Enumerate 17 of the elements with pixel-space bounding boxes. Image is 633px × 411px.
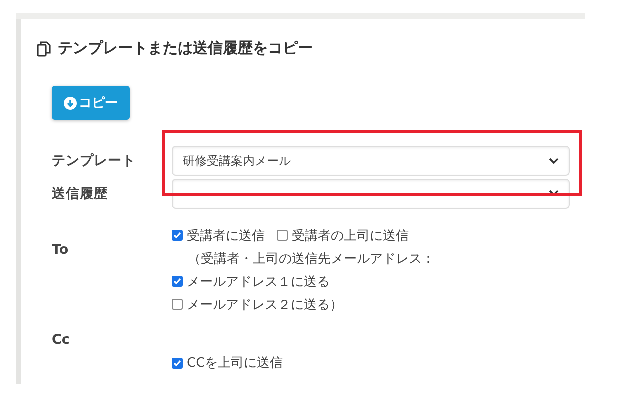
download-icon (64, 96, 77, 110)
checkbox-option[interactable]: 受講者の上司に送信 (277, 226, 409, 244)
field-label: To (52, 242, 70, 258)
checkbox-option[interactable]: CCを上司に送信 (172, 354, 284, 372)
checkbox-option[interactable]: メールアドレス２に送る） (172, 296, 343, 314)
field-label: Cc (52, 332, 71, 348)
check-icon (173, 358, 182, 368)
check-icon (173, 277, 182, 286)
field-label: 送信履歴 (52, 184, 109, 202)
copy-icon (37, 40, 51, 56)
check-icon (173, 231, 182, 240)
checkbox-option[interactable]: 受講者に送信 (172, 226, 265, 244)
note-text: （受講者・上司の送信先メールアドレス： (187, 250, 435, 268)
field-label: テンプレート (52, 152, 137, 170)
checkbox-option[interactable]: メールアドレス１に送る (172, 272, 330, 290)
dropdown-field[interactable]: 研修受講案内メール (172, 146, 570, 176)
panel-title: テンプレートまたは送信履歴をコピー (58, 39, 313, 58)
